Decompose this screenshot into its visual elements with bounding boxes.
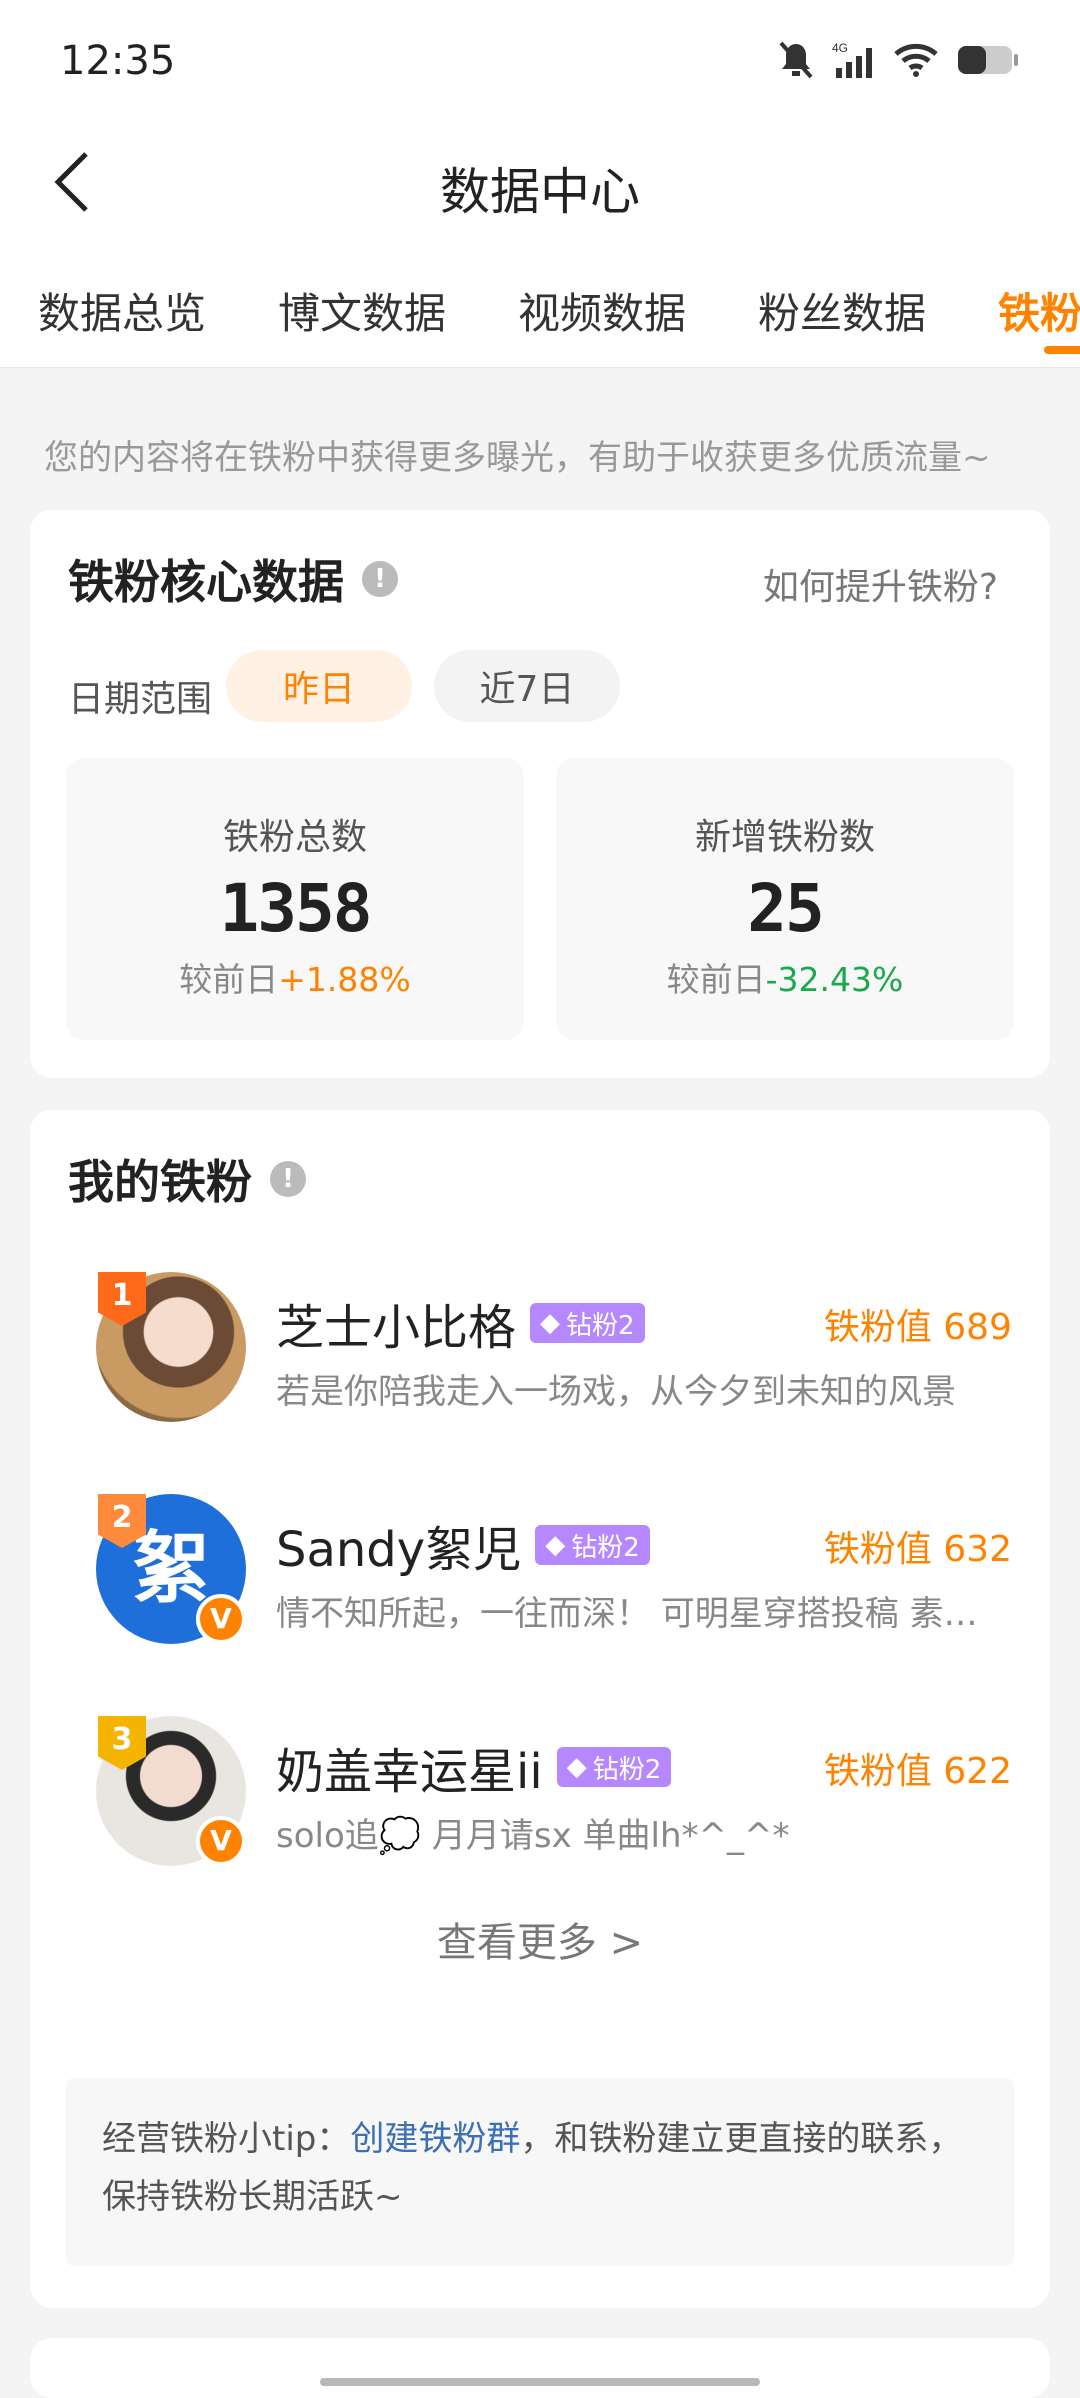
fan-description: 若是你陪我走入一场戏，从今夕到未知的风景 bbox=[276, 1372, 956, 1412]
fan-list-item[interactable]: 絮 2 V Sandy絮児 ◆ 钻粉2 铁粉值 632 情不知所起，一往而深！ 可… bbox=[68, 1494, 1012, 1654]
fan-level-label: 钻粉2 bbox=[592, 1754, 662, 1785]
fan-level-label: 钻粉2 bbox=[566, 1310, 635, 1341]
fan-name-row: 芝士小比格 ◆ 钻粉2 bbox=[276, 1288, 645, 1358]
svg-text:4G: 4G bbox=[832, 41, 848, 55]
my-fans-title-row: 我的铁粉 ! bbox=[68, 1146, 306, 1212]
tab-video-data[interactable]: 视频数据 bbox=[518, 280, 686, 341]
stat-value: 25 bbox=[747, 870, 824, 947]
mute-icon bbox=[779, 41, 813, 79]
fan-list-item[interactable]: 1 芝士小比格 ◆ 钻粉2 铁粉值 689 若是你陪我走入一场戏，从今夕到未知的风… bbox=[68, 1272, 1012, 1432]
fan-score: 铁粉值 622 bbox=[823, 1751, 1012, 1792]
stat-compare: 较前日+1.88% bbox=[66, 953, 524, 1001]
fan-name: Sandy絮児 bbox=[276, 1522, 522, 1578]
stat-value: 1358 bbox=[219, 870, 373, 947]
info-icon[interactable]: ! bbox=[270, 1161, 306, 1197]
status-time: 12:35 bbox=[60, 38, 176, 84]
fan-name-row: 奶盖幸运星ii ◆ 钻粉2 bbox=[276, 1732, 672, 1802]
signal-icon: 4G bbox=[832, 41, 872, 78]
fan-level-label: 钻粉2 bbox=[571, 1532, 640, 1563]
diamond-icon: ◆ bbox=[566, 1752, 587, 1782]
wifi-icon bbox=[894, 43, 938, 77]
status-bar: 12:35 4G bbox=[0, 0, 1080, 130]
tab-post-data[interactable]: 博文数据 bbox=[278, 280, 446, 341]
create-fan-group-link[interactable]: 创建铁粉群 bbox=[350, 2119, 520, 2159]
diamond-icon: ◆ bbox=[545, 1530, 566, 1560]
stat-total-fans: 铁粉总数 1358 较前日+1.88% bbox=[66, 758, 524, 1040]
stat-label: 新增铁粉数 bbox=[694, 817, 875, 858]
info-icon[interactable]: ! bbox=[362, 561, 398, 597]
stat-compare: 较前日-32.43% bbox=[556, 953, 1014, 1001]
fan-level-badge: ◆ 钻粉2 bbox=[530, 1303, 645, 1343]
stat-label: 铁粉总数 bbox=[222, 817, 367, 858]
compare-prefix: 较前日 bbox=[666, 960, 766, 999]
view-more-button[interactable]: 查看更多 > bbox=[30, 1910, 1050, 1968]
my-fans-card: 我的铁粉 ! 1 芝士小比格 ◆ 钻粉2 铁粉值 689 若是你陪我走入一场戏，从… bbox=[30, 1110, 1050, 2308]
core-data-title: 铁粉核心数据 bbox=[68, 555, 344, 609]
date-option-7days[interactable]: 近7日 bbox=[434, 650, 620, 722]
home-indicator bbox=[320, 2378, 760, 2386]
how-to-improve-link[interactable]: 如何提升铁粉? bbox=[763, 558, 998, 610]
compare-prefix: 较前日 bbox=[179, 960, 279, 999]
fan-name: 芝士小比格 bbox=[276, 1300, 517, 1356]
fan-description: 情不知所起，一往而深！ 可明星穿搭投稿 素… bbox=[276, 1594, 978, 1634]
fan-score: 铁粉值 689 bbox=[823, 1307, 1012, 1348]
core-data-card: 铁粉核心数据 ! 如何提升铁粉? 日期范围 昨日 近7日 铁粉总数 1358 较… bbox=[30, 510, 1050, 1078]
fan-name-row: Sandy絮児 ◆ 钻粉2 bbox=[276, 1510, 650, 1580]
date-range-label: 日期范围 bbox=[68, 679, 213, 720]
status-icons: 4G bbox=[778, 40, 1020, 80]
fan-tip-box: 经营铁粉小tip：创建铁粉群，和铁粉建立更直接的联系，保持铁粉长期活跃~ bbox=[66, 2078, 1014, 2266]
compare-value: +1.88% bbox=[278, 960, 411, 999]
my-fans-title: 我的铁粉 bbox=[68, 1155, 252, 1209]
battery-icon bbox=[958, 46, 1018, 74]
tab-iron-fans[interactable]: 铁粉 bbox=[998, 280, 1080, 341]
compare-value: -32.43% bbox=[765, 960, 904, 999]
verified-icon: V bbox=[196, 1816, 246, 1866]
fan-level-badge: ◆ 钻粉2 bbox=[535, 1525, 650, 1565]
fan-description: solo追💭 月月请sx 单曲lh*^_^* bbox=[276, 1816, 790, 1856]
fan-list-item[interactable]: 3 V 奶盖幸运星ii ◆ 钻粉2 铁粉值 622 solo追💭 月月请sx 单曲… bbox=[68, 1716, 1012, 1876]
fan-distribution-card bbox=[30, 2338, 1050, 2398]
stat-new-fans: 新增铁粉数 25 较前日-32.43% bbox=[556, 758, 1014, 1040]
active-tab-indicator bbox=[1044, 346, 1080, 354]
fan-level-badge: ◆ 钻粉2 bbox=[556, 1747, 672, 1787]
nav-bar: 数据中心 bbox=[0, 130, 1080, 240]
date-option-yesterday[interactable]: 昨日 bbox=[226, 650, 412, 722]
tip-prefix: 经营铁粉小tip： bbox=[102, 2119, 351, 2159]
exposure-tip: 您的内容将在铁粉中获得更多曝光，有助于收获更多优质流量~ bbox=[44, 438, 991, 478]
page-title: 数据中心 bbox=[440, 163, 640, 221]
tab-fans-data[interactable]: 粉丝数据 bbox=[758, 280, 926, 341]
core-data-title-row: 铁粉核心数据 ! bbox=[68, 546, 398, 612]
tab-bar: 数据总览 博文数据 视频数据 粉丝数据 铁粉 bbox=[0, 240, 1080, 368]
fan-score: 铁粉值 632 bbox=[823, 1529, 1012, 1570]
diamond-icon: ◆ bbox=[540, 1308, 561, 1338]
tab-overview[interactable]: 数据总览 bbox=[38, 280, 206, 341]
verified-icon: V bbox=[196, 1594, 246, 1644]
fan-name: 奶盖幸运星ii bbox=[276, 1744, 543, 1800]
